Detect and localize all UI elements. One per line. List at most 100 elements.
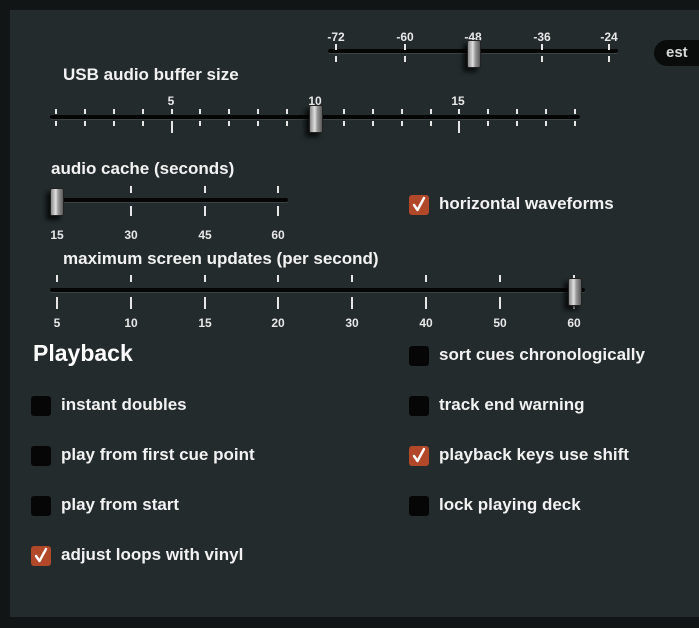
- tick: [425, 297, 427, 309]
- tick: [228, 121, 230, 126]
- top-slider-tick-label: -60: [396, 30, 414, 44]
- playback-option-checkbox[interactable]: [31, 496, 51, 516]
- checkmark-icon: [412, 196, 426, 212]
- tick: [228, 109, 230, 114]
- playback-option-checkbox[interactable]: [31, 446, 51, 466]
- tick: [286, 121, 288, 126]
- screen-updates-tick-label: 5: [53, 316, 61, 330]
- tick: [130, 186, 132, 193]
- usb-buffer-tick-label: 5: [167, 94, 175, 108]
- tick: [487, 109, 489, 114]
- settings-panel: -72 -60 -48 -36 -24 est USB audio buffer…: [10, 10, 699, 617]
- audio-cache-tick-label: 45: [198, 228, 212, 242]
- playback-option-checkbox[interactable]: [409, 396, 429, 416]
- tick: [204, 186, 206, 193]
- tick: [204, 275, 206, 282]
- checkmark-icon: [412, 447, 426, 463]
- audio-cache-tick-label: 30: [124, 228, 138, 242]
- playback-option-label[interactable]: sort cues chronologically: [439, 345, 645, 365]
- tick: [351, 297, 353, 309]
- tick: [430, 109, 432, 114]
- screen-updates-track[interactable]: [50, 288, 585, 292]
- playback-option-checkbox[interactable]: [31, 546, 51, 566]
- screen-updates-label: maximum screen updates (per second): [63, 249, 379, 268]
- tick: [113, 121, 115, 126]
- screen-updates-tick-label: 10: [124, 316, 138, 330]
- playback-option-checkbox[interactable]: [409, 446, 429, 466]
- tick: [204, 206, 206, 216]
- tick: [372, 109, 374, 114]
- tick: [404, 44, 406, 50]
- audio-cache-tick-label: 15: [50, 228, 64, 242]
- top-slider-tick-label: -36: [533, 30, 551, 44]
- tick: [277, 275, 279, 282]
- audio-cache-thumb[interactable]: [50, 188, 64, 216]
- screen-updates-tick-label: 50: [493, 316, 507, 330]
- audio-cache-track[interactable]: [50, 198, 288, 202]
- checkmark-icon: [34, 547, 48, 563]
- tick: [335, 44, 337, 50]
- tick: [56, 297, 58, 309]
- tick: [130, 297, 132, 309]
- tick: [499, 297, 501, 309]
- usb-buffer-tick-label: 15: [451, 94, 465, 108]
- tick: [257, 121, 259, 126]
- horizontal-waveforms-checkbox[interactable]: [409, 195, 429, 215]
- tick: [487, 121, 489, 126]
- top-slider-thumb[interactable]: [467, 40, 481, 68]
- playback-option-label[interactable]: adjust loops with vinyl: [61, 545, 243, 565]
- screen-updates-tick-label: 30: [345, 316, 359, 330]
- tick: [401, 121, 403, 126]
- tick: [499, 275, 501, 282]
- tick: [430, 121, 432, 126]
- tick: [458, 121, 460, 133]
- playback-option-checkbox[interactable]: [31, 396, 51, 416]
- tick: [516, 121, 518, 126]
- tick: [277, 206, 279, 216]
- tick: [343, 121, 345, 126]
- usb-buffer-thumb[interactable]: [309, 105, 323, 133]
- tick: [608, 56, 610, 62]
- playback-option-label[interactable]: playback keys use shift: [439, 445, 629, 465]
- tick: [84, 121, 86, 126]
- screen-updates-tick-label: 40: [419, 316, 433, 330]
- playback-option-label[interactable]: track end warning: [439, 395, 584, 415]
- audio-cache-tick-label: 60: [271, 228, 285, 242]
- audio-cache-label: audio cache (seconds): [51, 159, 235, 178]
- playback-option-label[interactable]: instant doubles: [61, 395, 187, 415]
- partial-button[interactable]: est: [654, 40, 699, 66]
- tick: [541, 56, 543, 62]
- tick: [372, 121, 374, 126]
- tick: [142, 109, 144, 114]
- playback-option-label[interactable]: lock playing deck: [439, 495, 581, 515]
- horizontal-waveforms-label[interactable]: horizontal waveforms: [439, 194, 614, 214]
- tick: [204, 297, 206, 309]
- tick: [574, 109, 576, 114]
- tick: [56, 275, 58, 282]
- tick: [130, 206, 132, 216]
- tick: [130, 275, 132, 282]
- tick: [277, 297, 279, 309]
- top-slider-tick-label: -72: [327, 30, 345, 44]
- tick: [545, 109, 547, 114]
- tick: [545, 121, 547, 126]
- tick: [404, 56, 406, 62]
- tick: [286, 109, 288, 114]
- tick: [425, 275, 427, 282]
- tick: [541, 44, 543, 50]
- screen-updates-tick-label: 20: [271, 316, 285, 330]
- playback-option-checkbox[interactable]: [409, 496, 429, 516]
- playback-option-label[interactable]: play from first cue point: [61, 445, 255, 465]
- tick: [351, 275, 353, 282]
- playback-option-label[interactable]: play from start: [61, 495, 179, 515]
- screen-updates-thumb[interactable]: [568, 278, 582, 306]
- playback-option-checkbox[interactable]: [409, 346, 429, 366]
- tick: [199, 109, 201, 114]
- tick: [458, 109, 460, 114]
- tick: [343, 109, 345, 114]
- screen-updates-tick-label: 60: [567, 316, 581, 330]
- usb-buffer-label: USB audio buffer size: [63, 65, 239, 84]
- tick: [335, 56, 337, 62]
- tick: [608, 44, 610, 50]
- tick: [55, 109, 57, 114]
